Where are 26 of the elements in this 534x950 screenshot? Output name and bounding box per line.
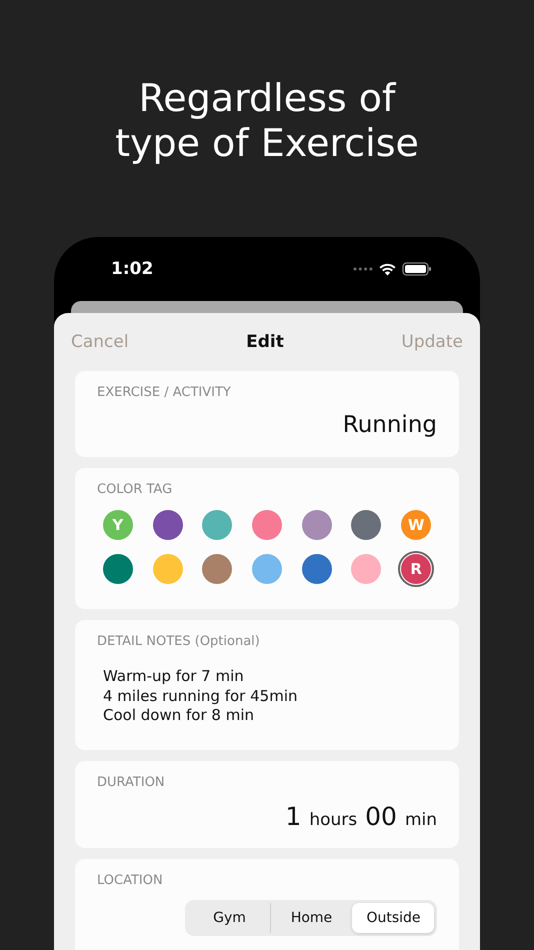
location-option[interactable]: Gym xyxy=(188,903,270,933)
field-label: EXERCISE / ACTIVITY xyxy=(97,385,232,400)
field-label: LOCATION xyxy=(97,873,164,888)
status-time: 1:02 xyxy=(111,259,154,279)
note-line: 4 miles running for 45min xyxy=(103,686,298,706)
activity-field[interactable]: Running xyxy=(342,412,437,438)
field-label: COLOR TAG xyxy=(97,482,174,497)
swatch-letter: R xyxy=(410,560,422,578)
hours-value[interactable]: 1 xyxy=(285,802,302,831)
sheet-title: Edit xyxy=(246,332,284,352)
signal-dots-icon xyxy=(353,267,373,271)
note-line: Warm-up for 7 min xyxy=(103,667,245,686)
swatch-letter: Y xyxy=(112,516,124,534)
minutes-value[interactable]: 00 xyxy=(365,802,397,831)
wifi-icon xyxy=(379,262,396,276)
field-label: DURATION xyxy=(97,775,166,790)
note-line: Cool down for 8 min xyxy=(103,706,255,726)
location-option[interactable]: Outside xyxy=(352,903,434,933)
minutes-unit: min xyxy=(404,810,437,830)
field-label: DETAIL NOTES (Optional) xyxy=(97,634,261,649)
selected-color-swatch[interactable]: R xyxy=(398,551,434,587)
hours-unit: hours xyxy=(309,810,358,830)
headline-text: Regardless of xyxy=(138,76,396,121)
headline-text: type of Exercise xyxy=(115,121,419,166)
battery-icon xyxy=(402,262,432,276)
swatch-letter: W xyxy=(408,516,424,534)
